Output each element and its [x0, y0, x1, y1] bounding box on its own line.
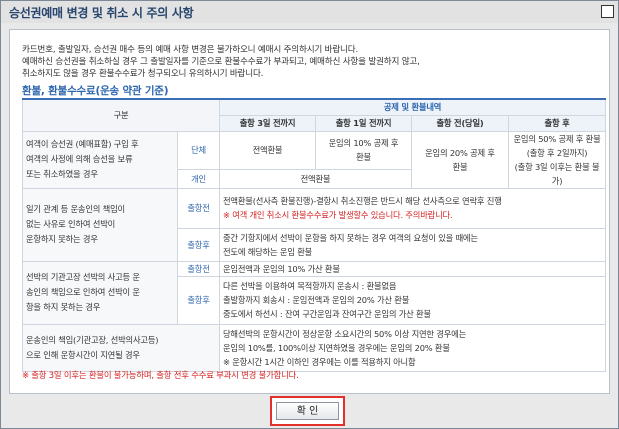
title-bar: 승선권예매 변경 및 취소 시 주의 사항 [1, 1, 618, 23]
confirm-button-highlight: 확 인 [270, 396, 345, 426]
row3-before-detail: 운임전액과 운임의 10% 가산 환불 [218, 260, 607, 277]
row1-group-3days: 전액환불 [219, 130, 316, 171]
row2-before-detail: 전액환불(선사측 환불진행)-결항시 취소진행은 반드시 해당 선사측으로 연락… [218, 187, 607, 229]
row2-kind-before: 출항전 [177, 187, 220, 229]
row1-after: 운임의 50% 공제 후 환불 (출항 후 2일까지) (출항 3일 이후는 환불 … [507, 130, 607, 189]
notice-line-1: 카드번호, 출발일자, 승선권 매수 등의 예매 사항 변경은 불가하오니 예매… [22, 45, 358, 55]
row4-detail: 당해선박의 운항시간이 정상운항 소요시간의 50% 이상 지연한 경우에는 운… [218, 323, 607, 372]
row1-kind-individual: 개인 [177, 169, 220, 189]
header-gubun: 구분 [22, 98, 220, 132]
row1-individual-value: 전액환불 [219, 169, 412, 189]
row1-group-1day: 운임의 10% 공제 후 환불 [315, 130, 412, 171]
window-title: 승선권예매 변경 및 취소 시 주의 사항 [9, 6, 194, 20]
row2-head: 일기 관계 등 운송인의 책임이 없는 사유로 인하여 선박이 운항하지 못하는… [22, 187, 178, 262]
confirm-button[interactable]: 확 인 [276, 402, 339, 420]
row3-kind-after: 출항후 [177, 275, 220, 325]
content-panel: 카드번호, 출발일자, 승선권 매수 등의 예매 사항 변경은 불가하오니 예매… [9, 29, 610, 394]
notice-line-3: 취소하지도 않을 경우 환불수수료가 청구되오니 유의하시기 바랍니다. [22, 69, 264, 79]
row4-head: 운송인의 책임(기관고장, 선박의사고등) 으로 인해 운항시간이 지연될 경우 [22, 323, 220, 372]
header-col-1day: 출항 1일 전까지 [315, 114, 412, 132]
header-fee-group: 공제 및 환불내역 [218, 98, 607, 116]
row1-kind-group: 단체 [177, 130, 220, 171]
row1-sameday: 운임의 20% 공제 후 환불 [411, 130, 509, 189]
dialog-window: 승선권예매 변경 및 취소 시 주의 사항 카드번호, 출발일자, 승선권 매수… [0, 0, 619, 429]
row3-head: 선박의 기관고장 선박의 사고등 운 송인의 책임으로 인하여 선박이 운 항을… [22, 260, 178, 325]
header-col-3days: 출항 3일 전까지 [219, 114, 316, 132]
header-col-sameday: 출항 전(당일) [411, 114, 509, 132]
refund-fee-table: 구분 공제 및 환불내역 출항 3일 전까지 출항 1일 전까지 출항 전(당일… [22, 98, 607, 372]
section-title: 환불, 환불수수료(운송 약관 기준) [22, 85, 169, 97]
row2-after-detail: 중간 기항지에서 선박이 운항을 하지 못하는 경우 여객의 요청이 있을 때에… [218, 227, 607, 262]
row3-after-detail: 다른 선박을 이용하여 목적항까지 운송시 : 환불없음 출발항까지 회송시 :… [218, 275, 607, 325]
footnote-warning: ※ 출항 3일 이후는 환불이 불가능하며, 출항 전후 수수료 부과시 변경 … [22, 370, 299, 380]
notice-line-2: 예매하신 승선권을 취소하실 경우 그 출발일자를 기준으로 환불수수료가 부과… [22, 57, 420, 67]
row2-kind-after: 출항후 [177, 227, 220, 262]
row3-kind-before: 출항전 [177, 260, 220, 277]
header-col-after: 출항 후 [507, 114, 607, 132]
row1-head: 여객이 승선권 (예매표함) 구입 후 여객의 사정에 의해 승선을 보류 또는… [22, 130, 178, 189]
close-icon[interactable] [601, 5, 614, 18]
